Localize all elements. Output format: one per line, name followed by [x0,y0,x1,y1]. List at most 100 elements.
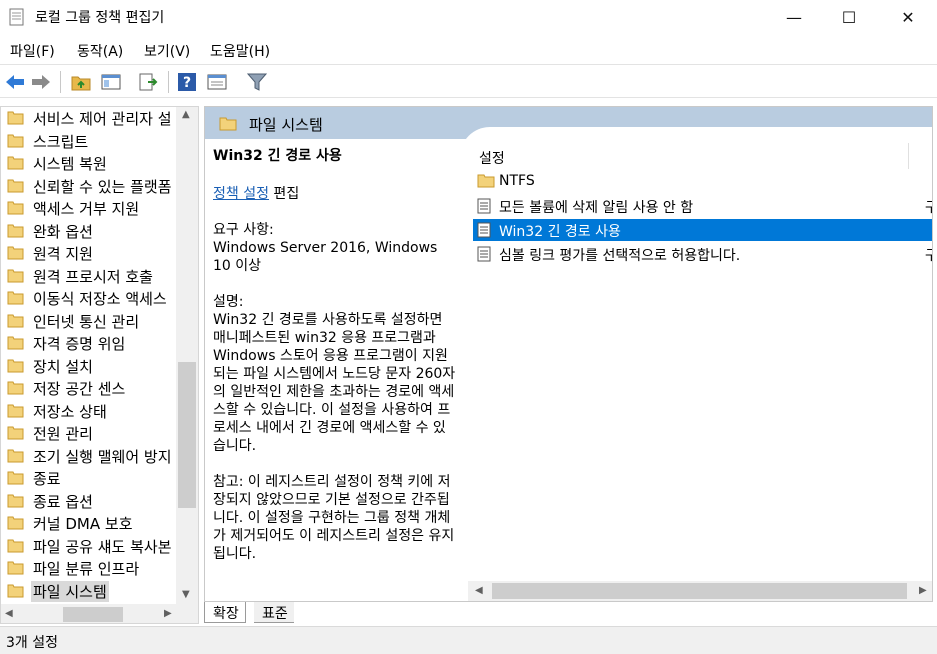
show-hide-tree-button[interactable] [100,71,122,93]
tree-item-label: 완화 옵션 [33,222,93,241]
tree-vertical-scrollbar[interactable] [176,107,198,605]
tree-item-label: 액세스 거부 지원 [33,200,140,218]
tree-item[interactable]: 액세스 거부 지원 [1,197,176,219]
folder-icon [7,381,24,395]
tree-item[interactable]: 완화 옵션 [1,220,176,242]
folder-icon [7,291,24,305]
setting-row-label: Win32 긴 경로 사용 [499,224,621,240]
tree-item[interactable]: 서비스 제어 관리자 설 [1,107,176,129]
toolbar-separator [60,71,61,93]
back-icon [6,75,24,89]
tree-item[interactable]: 파일 분류 인프라 [1,557,176,579]
tree-item-label: 파일 공유 섀도 복사본 [33,537,172,556]
export-list-icon [139,73,158,91]
tree-horizontal-scroll-thumb[interactable] [63,607,123,622]
description-label: 설명: [213,294,244,310]
tree-item[interactable]: 저장 공간 센스 [1,377,176,399]
tree-item[interactable]: 전원 관리 [1,422,176,444]
maximize-button[interactable]: ☐ [826,0,872,34]
tree-item[interactable]: 저장소 상태 [1,400,176,422]
tree-item[interactable]: 종료 [1,467,176,489]
policy-setting-icon [477,198,491,214]
maximize-icon: ☐ [841,7,857,27]
tree-item[interactable]: 장치 설치 [1,355,176,377]
folder-icon [7,134,24,147]
forward-button[interactable] [30,71,52,93]
folder-icon [7,426,24,440]
setting-row[interactable]: NTFS [473,171,932,193]
scroll-left-icon[interactable]: ◀ [5,608,13,619]
close-icon: ✕ [901,7,915,27]
tree-item[interactable]: 원격 프로시저 호출 [1,265,176,287]
folder-icon [7,449,24,462]
filter-button[interactable] [246,71,268,93]
tree-item[interactable]: 조기 실행 맬웨어 방지 [1,445,176,467]
tree-item[interactable]: 파일 공유 섀도 복사본 [1,535,176,557]
scroll-down-icon[interactable]: ▼ [182,589,190,600]
tree-item-label: 신뢰할 수 있는 플랫폼 [33,177,172,196]
setting-row-state-truncated: 구 [925,245,932,265]
policy-tree[interactable]: 파일 시스템 파일 분류 인프라 파일 공유 섀도 복사본 커널 DMA 보호 종료 옵… [0,106,199,624]
list-scroll-right-icon[interactable]: ▶ [919,585,927,596]
menu-bar: 파일(F) 동작(A) 보기(V) 도움말(H) [0,36,937,64]
folder-icon [7,561,24,575]
tree-item[interactable]: 신뢰할 수 있는 플랫폼 [1,175,176,197]
tree-item[interactable]: 이동식 저장소 액세스 [1,287,176,309]
menu-file[interactable]: 파일(F) [10,41,55,61]
menu-action[interactable]: 동작(A) [77,41,123,61]
setting-row[interactable]: 심볼 링크 평가를 선택적으로 허용합니다. 구 [473,243,932,265]
folder-icon [7,336,24,350]
tree-item[interactable]: 자격 증명 위임 [1,332,176,354]
back-button[interactable] [4,71,26,93]
scroll-up-icon[interactable]: ▲ [182,109,190,120]
setting-row[interactable]: Win32 긴 경로 사용 [473,219,932,241]
folder-icon [7,314,24,327]
folder-icon [7,539,24,552]
folder-icon [7,516,24,530]
status-bar: 3개 설정 [0,626,937,654]
note-text: 참고: 이 레지스트리 설정이 정책 키에 저장되지 않았으므로 기본 설정으로… [213,474,455,562]
tab-extended[interactable]: 확장 [204,602,246,623]
tree-item[interactable]: 파일 시스템 [1,580,176,602]
folder-icon [7,201,24,215]
folder-icon [7,471,24,485]
tree-item-label: 스크립트 [33,132,89,151]
column-separator[interactable] [908,143,909,169]
tree-item[interactable]: 시스템 복원 [1,152,176,174]
setting-row-label: 모든 볼륨에 삭제 알림 사용 안 함 [499,200,694,216]
tree-item[interactable]: 인터넷 통신 관리 [1,310,176,332]
up-folder-button[interactable] [70,71,92,93]
setting-row[interactable]: 모든 볼륨에 삭제 알림 사용 안 함 구 [473,195,932,217]
policy-description: Win32 긴 경로 사용 정책 설정 편집 요구 사항: Windows Se… [213,147,458,563]
export-list-button[interactable] [137,71,159,93]
tree-item-label: 전원 관리 [33,425,93,443]
scroll-right-icon[interactable]: ▶ [164,608,172,619]
tree-item[interactable]: 스크립트 [1,130,176,152]
settings-column-header[interactable]: 설정 [479,148,505,168]
list-scroll-left-icon[interactable]: ◀ [475,585,483,596]
setting-row-label: NTFS [499,173,535,189]
list-horizontal-scroll-thumb[interactable] [492,583,907,599]
setting-row-label: 심볼 링크 평가를 선택적으로 허용합니다. [499,248,741,264]
tab-standard[interactable]: 표준 [254,602,294,623]
tree-item[interactable]: 종료 옵션 [1,490,176,512]
forward-icon [32,75,50,89]
tree-item[interactable]: 커널 DMA 보호 [1,512,176,534]
tree-item[interactable]: 원격 지원 [1,242,176,264]
menu-view[interactable]: 보기(V) [144,41,190,61]
help-button[interactable]: ? [176,71,198,93]
menu-help[interactable]: 도움말(H) [210,41,270,61]
tree-item-label: 파일 시스템 [31,580,109,602]
tree-item-label: 저장 공간 센스 [33,380,126,398]
tree-vertical-scroll-thumb[interactable] [178,362,196,508]
edit-suffix: 편집 [268,186,300,202]
edit-policy-link[interactable]: 정책 설정 [213,186,269,202]
close-button[interactable]: ✕ [885,0,931,34]
details-pane: 파일 시스템 Win32 긴 경로 사용 정책 설정 편집 요구 사항: Win… [204,106,933,602]
tree-item-label: 서비스 제어 관리자 설 [33,110,172,128]
requirements-label: 요구 사항: [213,222,274,238]
minimize-button[interactable]: — [771,0,817,34]
window-title: 로컬 그룹 정책 편집기 [35,10,165,26]
setting-row-state-truncated: 구 [925,197,932,217]
properties-button[interactable] [206,71,228,93]
